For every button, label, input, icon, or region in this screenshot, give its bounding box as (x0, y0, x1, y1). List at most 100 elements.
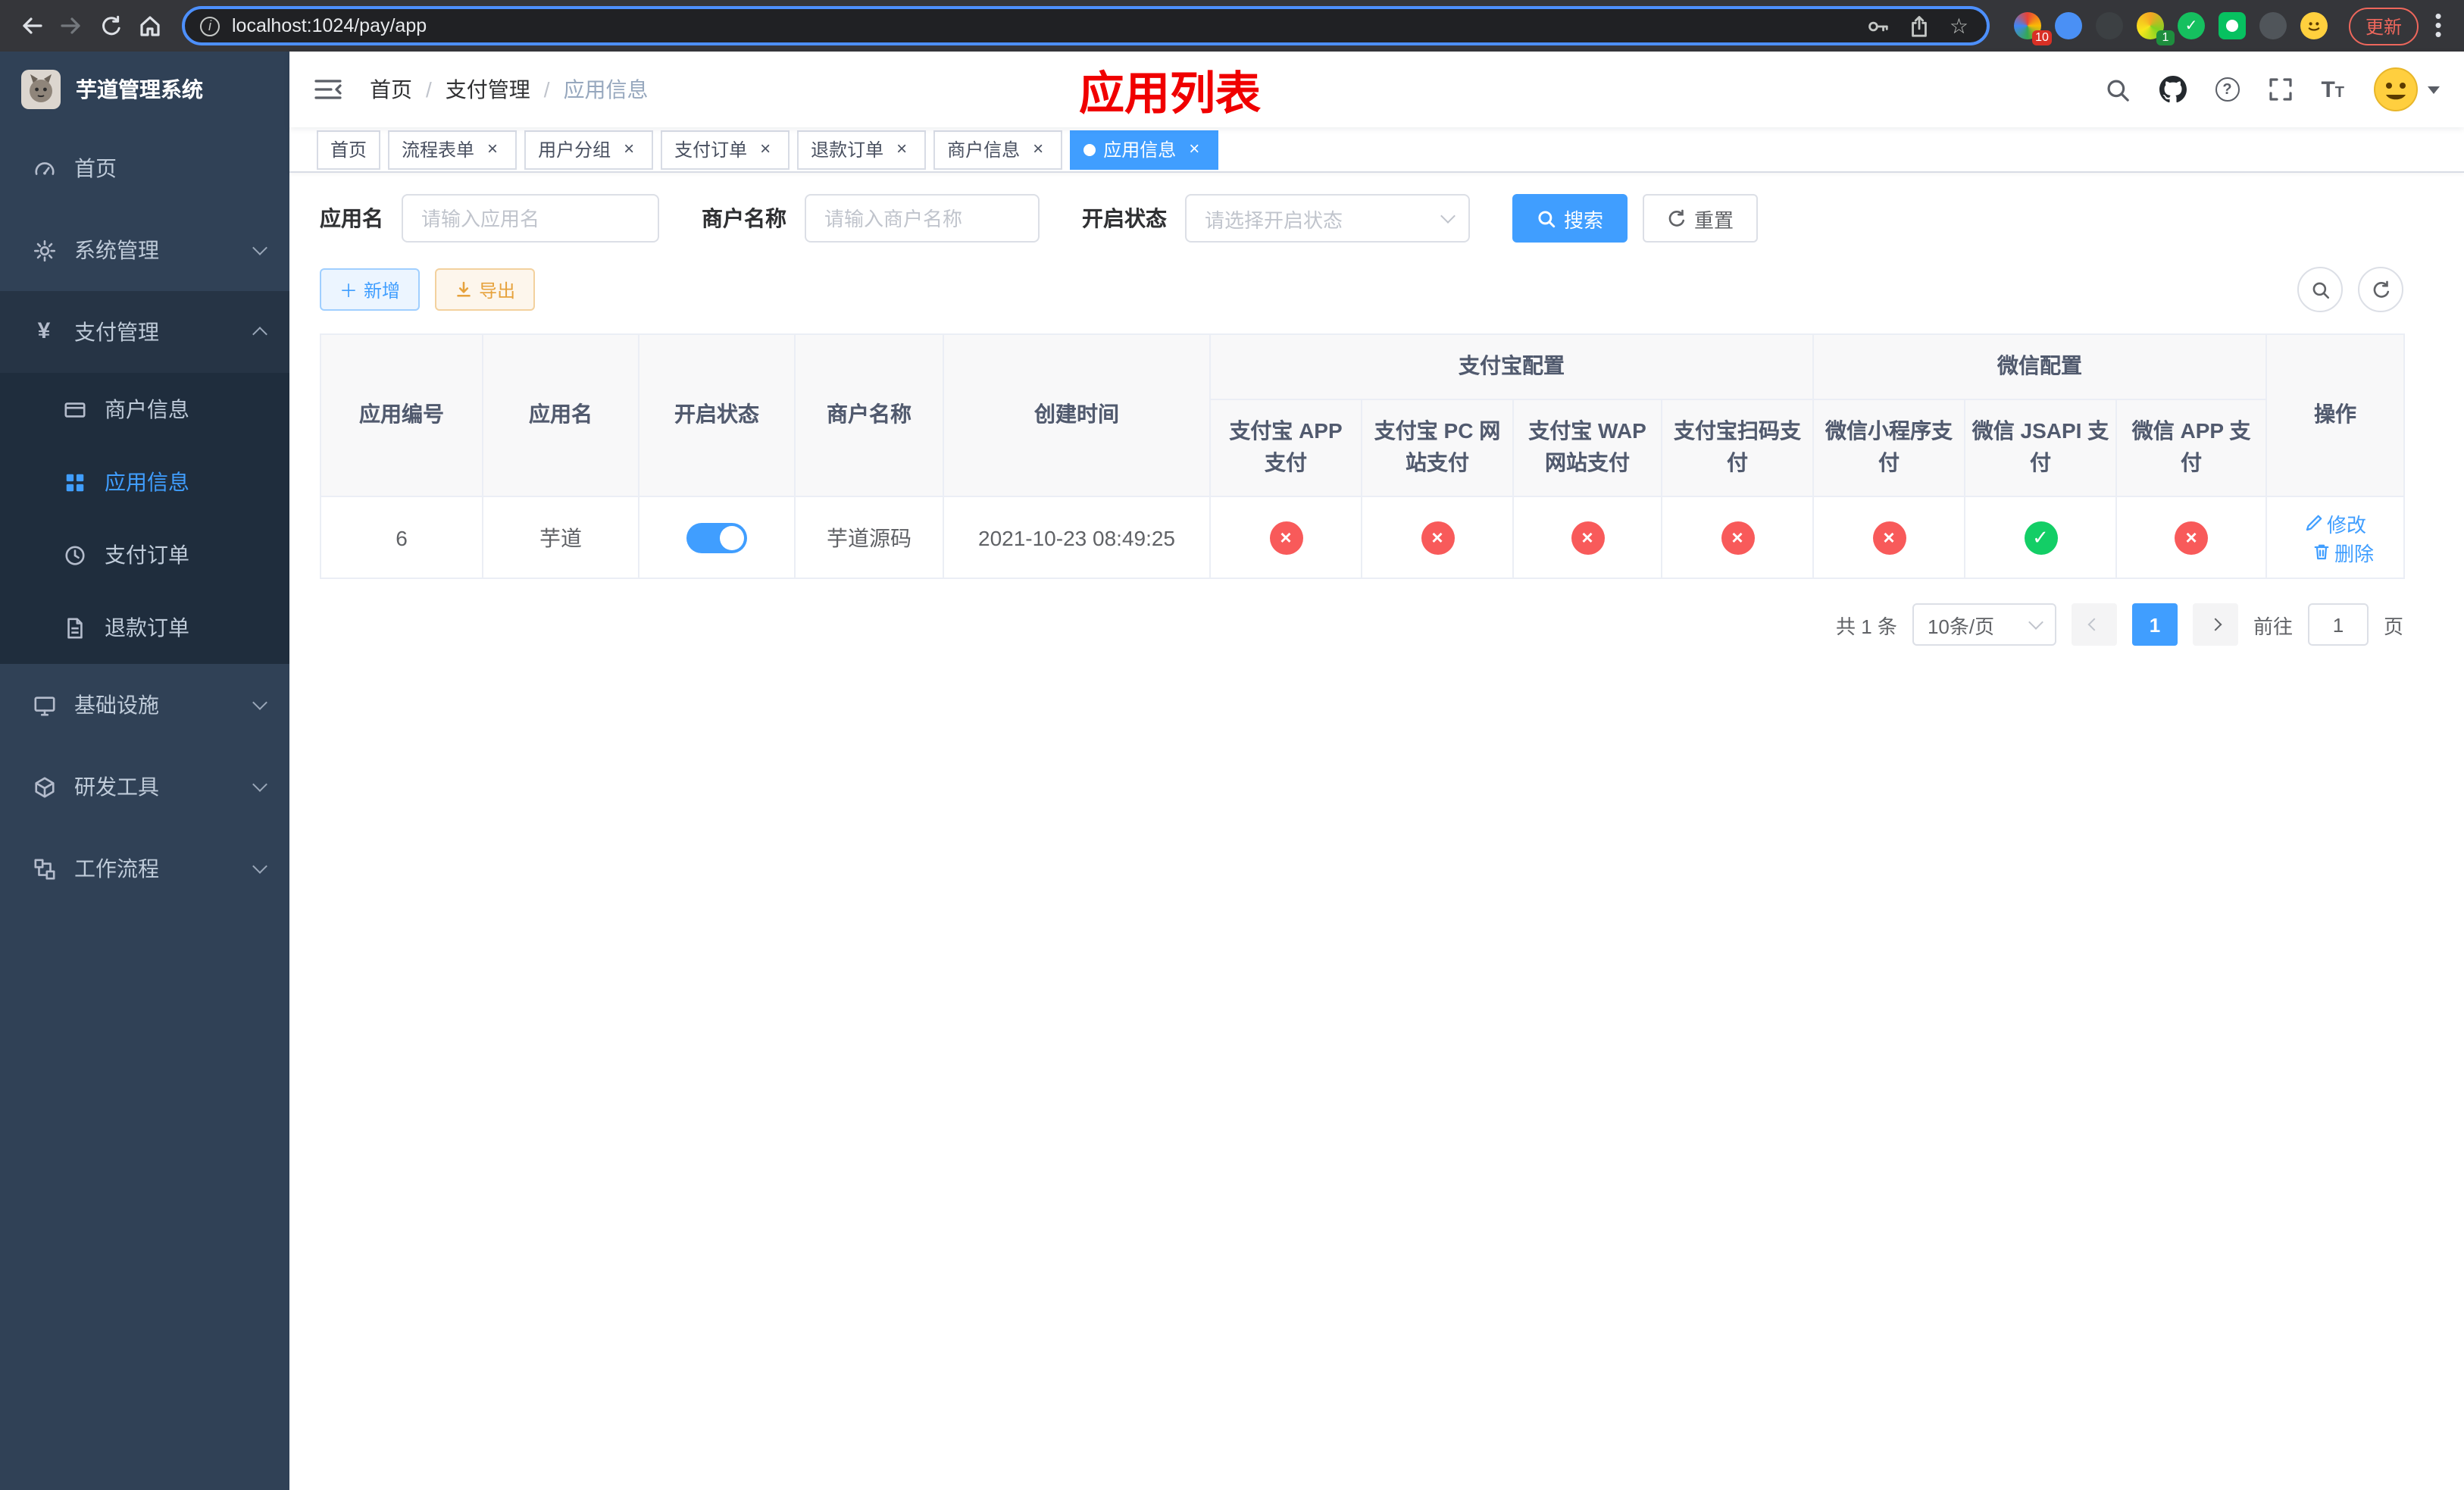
next-page-button[interactable] (2192, 603, 2238, 646)
add-button[interactable]: ＋ 新增 (320, 268, 421, 311)
extension-icon-7[interactable] (2259, 12, 2287, 39)
chevron-down-icon (252, 859, 267, 874)
extension-icon-3[interactable] (2095, 12, 2123, 39)
prev-page-button[interactable] (2071, 603, 2117, 646)
sidebar-item-label: 工作流程 (74, 856, 159, 881)
toggle-search-button[interactable] (2297, 267, 2343, 312)
dashboard-icon (30, 156, 58, 180)
cell-alipay-wap: × (1512, 496, 1662, 580)
table-row: 6 芋道 芋道源码 2021-10-23 08:49:25 × × × × × (320, 496, 2406, 580)
form-item-app-name: 应用名 (320, 194, 659, 243)
close-icon[interactable]: × (482, 138, 503, 160)
active-dot (1083, 143, 1096, 155)
browser-chrome: i localhost:1024/pay/app ☆ 10 1 ✓ 更新 • •… (0, 0, 2464, 52)
app-logo[interactable]: 芋道管理系统 (0, 52, 289, 127)
status-circle-icon: × (1571, 521, 1604, 555)
search-button[interactable]: 搜索 (1512, 194, 1628, 243)
edit-link[interactable]: 修改 (2304, 509, 2366, 537)
sidebar-item-payment[interactable]: ¥ 支付管理 (0, 291, 289, 373)
status-select-placeholder: 请选择开启状态 (1205, 208, 1343, 231)
app-name-label: 应用名 (320, 206, 383, 230)
sidebar-item-home[interactable]: 首页 (0, 127, 289, 209)
status-toggle[interactable] (686, 522, 747, 553)
close-icon[interactable]: × (1027, 138, 1049, 160)
app-frame: 芋道管理系统 首页 系统管理 ¥ 支付管理 商户信息 应用信息 支付订单 退款订… (0, 52, 2464, 1490)
user-menu[interactable] (2373, 67, 2440, 112)
home-icon[interactable] (130, 6, 170, 45)
col-wechat-lite: 微信小程序支付 (1812, 398, 1965, 498)
close-icon[interactable]: × (891, 138, 912, 160)
share-icon[interactable] (1909, 14, 1931, 37)
sidebar-item-devtools[interactable]: 研发工具 (0, 746, 289, 828)
page-size-select[interactable]: 10条/页 (1912, 603, 2056, 646)
extension-icon-2[interactable] (2054, 12, 2082, 39)
refresh-table-button[interactable] (2358, 267, 2403, 312)
url-text[interactable]: localhost:1024/pay/app (232, 15, 1859, 36)
tab-refund-order[interactable]: 退款订单 × (797, 130, 927, 169)
status-select[interactable]: 请选择开启状态 (1185, 194, 1470, 243)
extensions-area: 10 1 ✓ (2013, 12, 2328, 45)
extension-icon-6[interactable] (2218, 12, 2246, 39)
page-number-button[interactable]: 1 (2131, 603, 2178, 646)
chevron-down-icon (2028, 615, 2043, 631)
password-key-icon[interactable] (1868, 14, 1890, 37)
sidebar-item-label: 首页 (74, 156, 117, 180)
chevron-down-icon (252, 240, 267, 255)
browser-update-button[interactable]: 更新 (2348, 7, 2419, 45)
tab-app-info[interactable]: 应用信息 × (1070, 130, 1219, 169)
add-button-label: 新增 (364, 280, 401, 301)
close-icon[interactable]: × (618, 138, 639, 160)
sidebar-item-infrastructure[interactable]: 基础设施 (0, 664, 289, 746)
col-created: 创建时间 (943, 333, 1211, 498)
page-title: 应用列表 (1079, 70, 1261, 120)
github-icon[interactable] (2159, 76, 2187, 103)
forward-icon[interactable] (52, 6, 91, 45)
breadcrumb-home[interactable]: 首页 (370, 74, 412, 105)
close-icon[interactable]: × (1184, 138, 1205, 160)
main-area: 首页 / 支付管理 / 应用信息 应用列表 ? T T 首页 流程表单 × 用户… (289, 52, 2464, 1490)
extension-icon-5[interactable]: ✓ (2177, 12, 2205, 39)
reload-icon[interactable] (91, 6, 130, 45)
sidebar-fold-icon[interactable] (314, 77, 342, 102)
reset-button[interactable]: 重置 (1643, 194, 1759, 243)
sidebar-item-merchant-info[interactable]: 商户信息 (0, 373, 289, 446)
fullscreen-icon[interactable] (2268, 77, 2292, 102)
tab-process-form[interactable]: 流程表单 × (388, 130, 518, 169)
goto-page-input[interactable] (2307, 603, 2369, 646)
cell-alipay-scan: × (1661, 496, 1814, 580)
tab-merchant-info[interactable]: 商户信息 × (933, 130, 1063, 169)
address-bar[interactable]: i localhost:1024/pay/app ☆ (182, 6, 1990, 45)
extension-icon-4[interactable]: 1 (2136, 12, 2175, 45)
sidebar-item-pay-order[interactable]: 支付订单 (0, 518, 289, 591)
refresh-icon (1668, 208, 1685, 226)
tab-user-group[interactable]: 用户分组 × (524, 130, 654, 169)
profile-avatar[interactable] (2300, 12, 2328, 39)
browser-menu-icon[interactable]: • • • (2431, 6, 2446, 44)
back-icon[interactable] (12, 6, 52, 45)
export-button[interactable]: 导出 (435, 268, 536, 311)
status-circle-icon: × (1721, 521, 1754, 555)
sidebar-item-system[interactable]: 系统管理 (0, 209, 289, 291)
app-name-input[interactable] (402, 194, 659, 243)
tab-pay-order[interactable]: 支付订单 × (661, 130, 790, 169)
cell-app-id: 6 (320, 496, 483, 580)
breadcrumb-payment[interactable]: 支付管理 (446, 74, 530, 105)
search-icon[interactable] (2104, 77, 2130, 102)
chevron-left-icon (2087, 618, 2101, 631)
bookmark-star-icon[interactable]: ☆ (1950, 13, 1968, 39)
clock-circle-icon (61, 543, 88, 567)
sidebar-item-app-info[interactable]: 应用信息 (0, 446, 289, 518)
tab-home[interactable]: 首页 (317, 130, 381, 169)
extension-icon-1[interactable]: 10 (2013, 12, 2052, 45)
gear-icon (30, 238, 58, 262)
sidebar-item-refund-order[interactable]: 退款订单 (0, 591, 289, 664)
font-size-icon[interactable]: TT (2321, 77, 2344, 102)
goto-label: 前往 (2253, 615, 2293, 638)
site-info-icon[interactable]: i (200, 16, 220, 36)
merchant-name-input[interactable] (805, 194, 1040, 243)
close-icon[interactable]: × (755, 138, 776, 160)
help-icon[interactable]: ? (2215, 77, 2240, 102)
delete-link[interactable]: 删除 (2312, 537, 2374, 566)
payment-submenu: 商户信息 应用信息 支付订单 退款订单 (0, 373, 289, 664)
sidebar-item-workflow[interactable]: 工作流程 (0, 828, 289, 909)
